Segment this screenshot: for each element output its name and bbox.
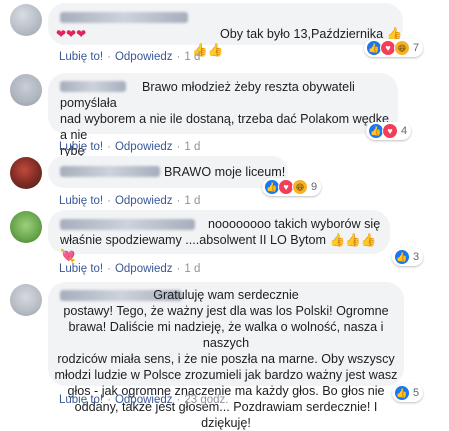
comment-bubble: noooooooo takich wyborów się właśnie spo… [48,210,390,263]
comment-text: Gratuluję wam serdecznie postawy! Tego, … [54,288,398,430]
hearts-emoji: ❤❤❤ [56,27,87,41]
like-link[interactable]: Lubię to! [59,394,103,406]
comment-actions: Lubię to! · Odpowiedz · 1 d [59,51,201,63]
timestamp[interactable]: 1 d [184,51,200,63]
haha-icon: 😆 [292,179,308,195]
comment-bubble: Brawo młodzież żeby reszta obywateli pom… [48,73,398,158]
comment-bubble: Oby tak było 13,Października 👍👍👍 ❤❤❤ [48,3,403,57]
like-link[interactable]: Lubię to! [59,263,103,275]
like-link[interactable]: Lubię to! [59,51,103,63]
reaction-summary[interactable]: 👍 3 [392,248,424,266]
reply-link[interactable]: Odpowiedz [115,195,173,207]
comment-bubble: Gratuluję wam serdecznie postawy! Tego, … [48,282,404,430]
like-icon: 👍 [394,385,410,401]
like-icon: 👍 [394,249,410,265]
author-name[interactable] [60,166,160,177]
timestamp[interactable]: 23 godz. [184,394,228,406]
reaction-summary[interactable]: 👍 5 [392,384,424,402]
reaction-count: 9 [311,181,318,193]
reply-link[interactable]: Odpowiedz [115,51,173,63]
timestamp[interactable]: 1 d [184,263,200,275]
avatar[interactable] [10,4,42,36]
like-link[interactable]: Lubię to! [59,141,103,153]
like-link[interactable]: Lubię to! [59,195,103,207]
reaction-count: 3 [413,251,420,263]
comment-actions: Lubię to! · Odpowiedz · 1 d [59,141,201,153]
love-icon: ♥ [382,123,398,139]
reply-link[interactable]: Odpowiedz [115,141,173,153]
reaction-summary[interactable]: 👍 ♥ 😆 7 [364,39,424,57]
reaction-count: 4 [401,125,408,137]
reaction-summary[interactable]: 👍 ♥ 4 [366,122,412,140]
avatar[interactable] [10,211,42,243]
comment-bubble: BRAWO moje liceum! [48,156,288,188]
comment-actions: Lubię to! · Odpowiedz · 1 d [59,195,201,207]
avatar[interactable] [10,157,42,189]
timestamp[interactable]: 1 d [184,141,200,153]
reaction-summary[interactable]: 👍 ♥ 😆 9 [262,178,322,196]
comment-actions: Lubię to! · Odpowiedz · 1 d [59,263,201,275]
reply-link[interactable]: Odpowiedz [115,263,173,275]
comment-thread: Oby tak było 13,Października 👍👍👍 ❤❤❤ 👍 ♥… [0,0,449,430]
author-name[interactable] [60,12,188,23]
reply-link[interactable]: Odpowiedz [115,394,173,406]
avatar[interactable] [10,284,42,316]
reaction-count: 5 [413,387,420,399]
timestamp[interactable]: 1 d [184,195,200,207]
haha-icon: 😆 [394,40,410,56]
comment-text: noooooooo takich wyborów się właśnie spo… [60,217,381,263]
comment-actions: Lubię to! · Odpowiedz · 23 godz. [59,394,229,406]
avatar[interactable] [10,74,42,106]
reaction-count: 7 [413,42,420,54]
